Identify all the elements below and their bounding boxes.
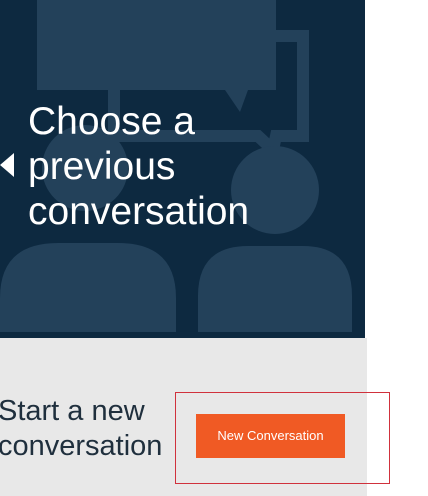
chevron-left-icon[interactable] — [0, 153, 14, 177]
title-line-2: previous — [28, 145, 176, 188]
choose-previous-conversation-panel: Choose a previous conversation — [0, 0, 365, 338]
new-conversation-button[interactable]: New Conversation — [196, 414, 345, 458]
title-line-3: conversation — [28, 190, 250, 233]
start-new-conversation-heading: Start a new conversation — [0, 394, 178, 464]
start-line-1: Start a new — [0, 395, 145, 427]
title-line-1: Choose a — [28, 100, 195, 143]
start-line-2: conversation — [0, 430, 163, 462]
choose-previous-conversation-title: Choose a previous conversation — [28, 99, 358, 234]
